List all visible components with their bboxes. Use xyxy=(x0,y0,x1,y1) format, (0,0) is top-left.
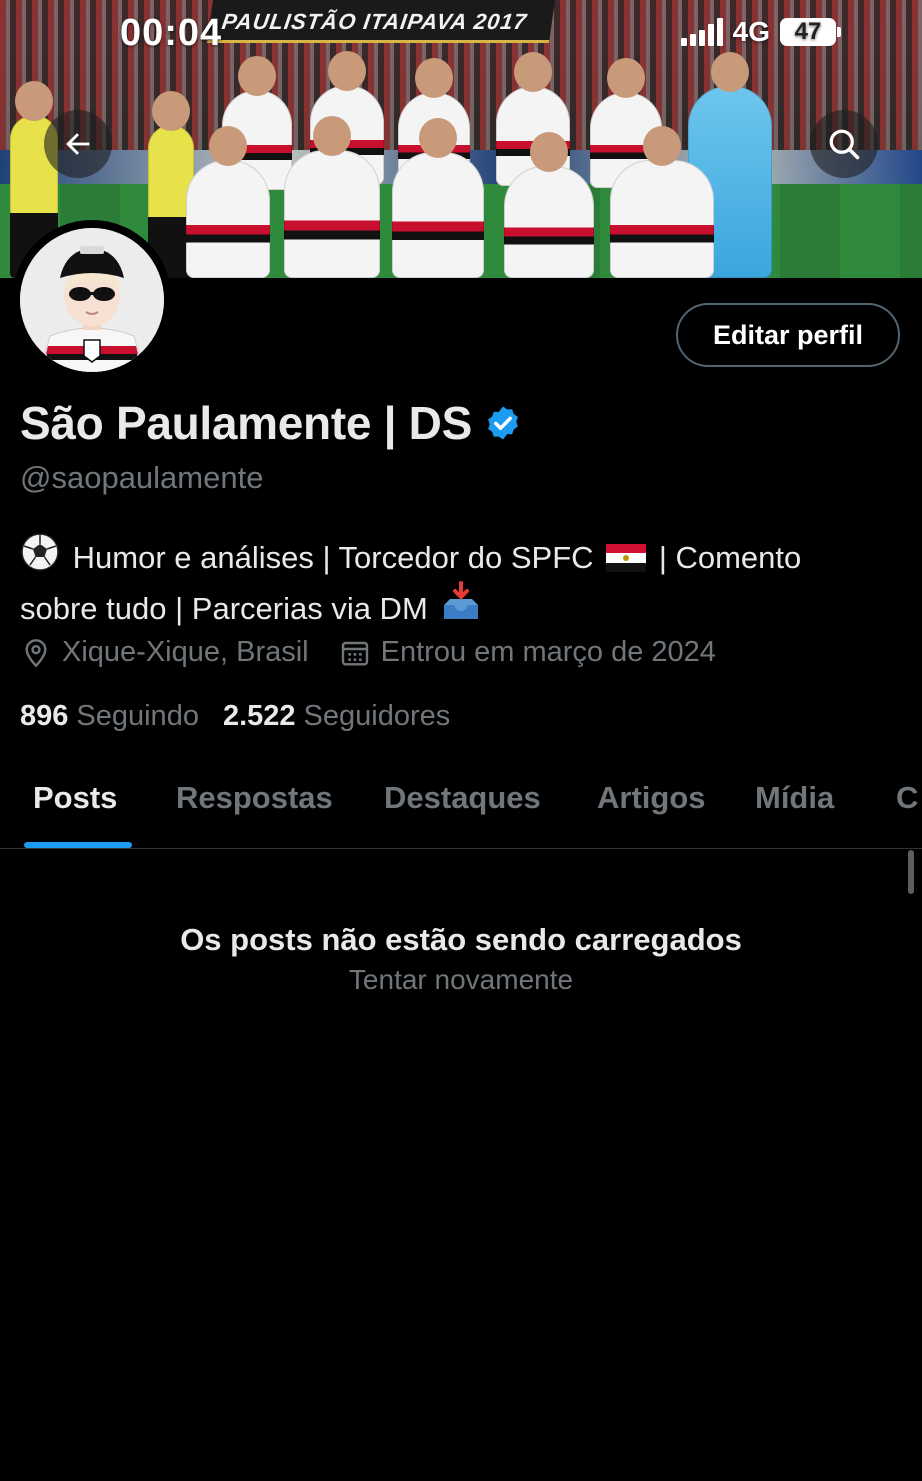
location-pin-icon xyxy=(25,638,47,667)
verified-badge-icon[interactable] xyxy=(484,404,522,442)
location-item: Xique-Xique, Brasil xyxy=(20,636,309,669)
bio-text-part-a: Humor e análises | Torcedor do SPFC xyxy=(72,540,594,575)
status-bar-time: 00:04 xyxy=(120,12,223,54)
tab-overflow[interactable]: C xyxy=(896,780,918,816)
network-type: 4G xyxy=(732,16,770,47)
tab-artigos[interactable]: Artigos xyxy=(597,780,706,816)
following-label[interactable]: Seguindo xyxy=(76,700,199,733)
active-tab-indicator xyxy=(24,842,132,848)
retry-button[interactable]: Tentar novamente xyxy=(0,964,922,996)
player-figure xyxy=(504,132,594,278)
tab-respostas[interactable]: Respostas xyxy=(176,780,333,816)
tab-posts[interactable]: Posts xyxy=(33,780,117,816)
search-icon xyxy=(829,129,860,160)
profile-page: PAULISTÃO ITAIPAVA 2017 00:04 4G 47 Edit… xyxy=(0,0,922,1481)
joined-item: Entrou em março de 2024 xyxy=(339,636,716,669)
profile-bio: Humor e análises | Torcedor do SPFC | Co… xyxy=(20,532,900,632)
search-button[interactable] xyxy=(810,110,878,178)
status-bar-indicators: 4G 47 xyxy=(680,16,841,48)
bio-line-1: Humor e análises | Torcedor do SPFC | Co… xyxy=(20,532,900,581)
avatar[interactable] xyxy=(20,228,164,372)
inbox-tray-icon xyxy=(444,581,479,619)
player-figure xyxy=(392,118,484,278)
profile-name-row: São Paulamente | DS xyxy=(20,396,522,450)
avatar-illustration xyxy=(20,228,164,372)
location-text: Xique-Xique, Brasil xyxy=(62,636,309,668)
followers-label[interactable]: Seguidores xyxy=(304,700,451,733)
signal-strength-icon xyxy=(680,18,723,46)
profile-meta-row: Xique-Xique, Brasil Entrou em março de 2… xyxy=(20,636,746,669)
soccer-ball-icon xyxy=(21,533,59,571)
tab-destaques[interactable]: Destaques xyxy=(384,780,541,816)
banner-title-strip: PAULISTÃO ITAIPAVA 2017 xyxy=(206,0,556,43)
player-figure xyxy=(284,116,380,278)
scrollbar-thumb[interactable] xyxy=(908,850,914,894)
player-figure xyxy=(186,126,270,278)
profile-tabs: Posts Respostas Destaques Artigos Mídia … xyxy=(0,760,922,849)
calendar-icon xyxy=(341,641,368,666)
bio-line-2: sobre tudo | Parcerias via DM xyxy=(20,581,900,632)
battery-icon: 47 xyxy=(780,18,841,46)
followers-count[interactable]: 2.522 xyxy=(223,700,296,733)
player-figure xyxy=(610,126,714,278)
edit-profile-button[interactable]: Editar perfil xyxy=(676,303,900,367)
battery-level: 47 xyxy=(794,18,822,45)
joined-text: Entrou em março de 2024 xyxy=(380,636,716,668)
bio-text-part-c: sobre tudo | Parcerias via DM xyxy=(20,591,428,626)
display-name: São Paulamente | DS xyxy=(20,397,472,449)
avatar-border xyxy=(12,220,172,380)
arrow-left-icon xyxy=(66,133,90,155)
bio-text-part-b: | Comento xyxy=(658,540,802,575)
following-count[interactable]: 896 xyxy=(20,700,68,733)
flag-tricolor-icon xyxy=(606,544,647,572)
profile-handle: @saopaulamente xyxy=(20,460,264,495)
feed-error-title: Os posts não estão sendo carregados xyxy=(180,922,742,957)
profile-stats-row: 896 Seguindo 2.522 Seguidores xyxy=(20,700,474,733)
tab-midia[interactable]: Mídia xyxy=(755,780,834,816)
back-button[interactable] xyxy=(44,110,112,178)
